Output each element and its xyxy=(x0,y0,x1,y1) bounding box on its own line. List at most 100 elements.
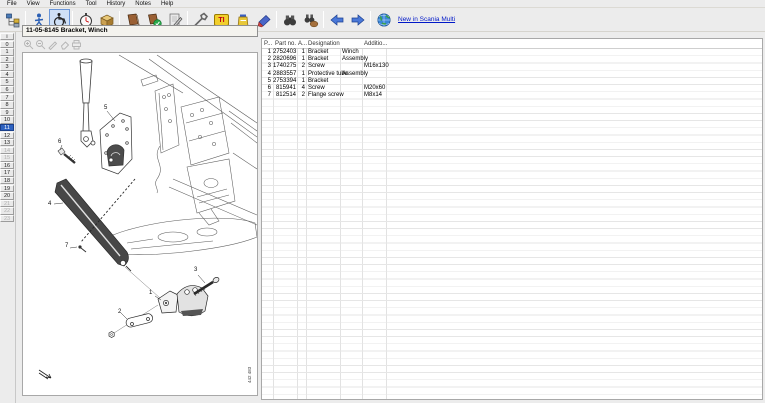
scania-multi-window: FileViewFunctionsToolHistoryNotesHelp xyxy=(0,0,765,403)
group-number-button[interactable]: 9 xyxy=(0,109,14,116)
cell-designation: Screw xyxy=(308,63,325,70)
table-row[interactable]: 7 812514 2 Flange screw M8x14 xyxy=(262,92,762,99)
header-additional[interactable]: Additio... xyxy=(364,39,387,49)
search-binoculars-icon[interactable] xyxy=(279,9,300,30)
group-number-button[interactable]: 20 xyxy=(0,192,14,199)
table-row[interactable]: 2 2820696 1 Bracket Assembly xyxy=(262,56,762,63)
eraser-tool-icon[interactable] xyxy=(59,39,70,50)
cell-additional: M16x130 xyxy=(364,63,389,70)
header-designation[interactable]: Designation xyxy=(308,39,340,49)
group-number-button[interactable]: 1 xyxy=(0,48,14,55)
cell-pos: 4 xyxy=(262,71,271,78)
sidebar-divider xyxy=(15,32,16,403)
menu-item[interactable]: Help xyxy=(156,0,178,8)
group-number-button[interactable]: 21 xyxy=(0,200,14,207)
group-number-button[interactable]: 2 xyxy=(0,56,14,63)
menu-item[interactable]: Functions xyxy=(45,0,81,8)
cell-part-no: 2752403 xyxy=(273,49,296,56)
menu-item[interactable]: History xyxy=(102,0,131,8)
header-pos[interactable]: P... xyxy=(264,39,272,49)
cell-additional: M20x60 xyxy=(364,85,385,92)
print-icon[interactable] xyxy=(71,39,82,50)
group-number-sidebar: i01234567891011121314151617181920212223 xyxy=(0,33,14,222)
callout-3[interactable]: 3 xyxy=(194,267,197,273)
table-row[interactable]: 4 2883557 1 Protective tube Assembly xyxy=(262,71,762,78)
cell-qty: 2 xyxy=(298,63,305,70)
toolbar-separator xyxy=(370,11,371,28)
cell-qty: 1 xyxy=(298,49,305,56)
group-number-button[interactable]: 12 xyxy=(0,132,14,139)
cell-pos: 1 xyxy=(262,49,271,56)
zoom-out-icon[interactable] xyxy=(35,39,46,50)
menu-item[interactable]: File xyxy=(2,0,22,8)
group-number-button[interactable]: 11 xyxy=(0,124,14,131)
cell-part-no: 2820696 xyxy=(273,56,296,63)
cell-pos: 6 xyxy=(262,85,271,92)
menu-item[interactable]: Notes xyxy=(130,0,156,8)
header-part-no[interactable]: Part no. xyxy=(275,39,296,49)
table-row[interactable]: 3 1740275 2 Screw M16x130 xyxy=(262,63,762,70)
cell-pos: 3 xyxy=(262,63,271,70)
cell-part-no: 812514 xyxy=(273,92,296,99)
group-number-button[interactable]: 23 xyxy=(0,215,14,222)
cell-pos: 2 xyxy=(262,56,271,63)
toolbar-separator xyxy=(323,11,324,28)
group-number-button[interactable]: 16 xyxy=(0,162,14,169)
menu-item[interactable]: Tool xyxy=(81,0,102,8)
table-header: P... Part no. A... Designation Additio..… xyxy=(262,39,762,49)
cell-usage: Assembly xyxy=(342,71,368,78)
callout-5[interactable]: 5 xyxy=(104,105,107,111)
pen-icon[interactable] xyxy=(47,39,58,50)
navigate-forward-icon[interactable] xyxy=(347,9,368,30)
group-number-button[interactable]: 17 xyxy=(0,169,14,176)
menu-bar: FileViewFunctionsToolHistoryNotesHelp xyxy=(0,0,765,8)
menu-item[interactable]: View xyxy=(22,0,45,8)
search-result-icon[interactable] xyxy=(300,9,321,30)
table-row[interactable]: 5 2753394 1 Bracket xyxy=(262,78,762,85)
table-row[interactable]: 6 815941 4 Screw M20x60 xyxy=(262,85,762,92)
group-number-button[interactable]: 4 xyxy=(0,71,14,78)
drawing-panel: 1 2 3 4 5 6 7 442 483 xyxy=(22,52,258,396)
cell-designation: Flange screw xyxy=(308,92,344,99)
cell-part-no: 1740275 xyxy=(273,63,296,70)
figure-number: 442 483 xyxy=(247,367,252,383)
page-title: 11-05-8145 Bracket, Winch xyxy=(22,25,258,37)
cell-designation: Bracket xyxy=(308,78,328,85)
navigate-back-icon[interactable] xyxy=(326,9,347,30)
cell-designation: Bracket xyxy=(308,56,328,63)
parts-tree-icon[interactable] xyxy=(2,9,23,30)
cell-qty: 1 xyxy=(298,56,305,63)
header-qty[interactable]: A... xyxy=(298,39,307,49)
callout-4[interactable]: 4 xyxy=(48,201,51,207)
group-number-button[interactable]: 6 xyxy=(0,86,14,93)
ti-label: TI xyxy=(214,14,229,26)
group-number-button[interactable]: i xyxy=(0,33,14,40)
group-number-button[interactable]: 19 xyxy=(0,185,14,192)
cell-designation: Screw xyxy=(308,85,325,92)
new-in-scania-multi-link[interactable]: New in Scania Multi xyxy=(398,16,455,23)
group-number-button[interactable]: 15 xyxy=(0,154,14,161)
zoom-in-icon[interactable] xyxy=(23,39,34,50)
web-globe-icon[interactable] xyxy=(373,9,394,30)
group-number-button[interactable]: 0 xyxy=(0,41,14,48)
group-number-button[interactable]: 18 xyxy=(0,177,14,184)
cell-usage: Assembly xyxy=(342,56,368,63)
table-row[interactable]: 1 2752403 1 Bracket Winch xyxy=(262,49,762,56)
cell-qty: 4 xyxy=(298,85,305,92)
callout-2[interactable]: 2 xyxy=(118,309,121,315)
group-number-button[interactable]: 10 xyxy=(0,116,14,123)
group-number-button[interactable]: 5 xyxy=(0,78,14,85)
group-number-button[interactable]: 22 xyxy=(0,207,14,214)
group-number-button[interactable]: 3 xyxy=(0,63,14,70)
group-number-button[interactable]: 14 xyxy=(0,147,14,154)
group-number-button[interactable]: 13 xyxy=(0,139,14,146)
cell-pos: 7 xyxy=(262,92,271,99)
cell-usage: Winch xyxy=(342,49,359,56)
group-number-button[interactable]: 8 xyxy=(0,101,14,108)
group-number-button[interactable]: 7 xyxy=(0,94,14,101)
callout-6[interactable]: 6 xyxy=(58,139,61,145)
callout-1[interactable]: 1 xyxy=(149,290,152,296)
cell-part-no: 2883557 xyxy=(273,71,296,78)
callout-7[interactable]: 7 xyxy=(65,243,68,249)
parts-table: P... Part no. A... Designation Additio..… xyxy=(261,38,763,400)
